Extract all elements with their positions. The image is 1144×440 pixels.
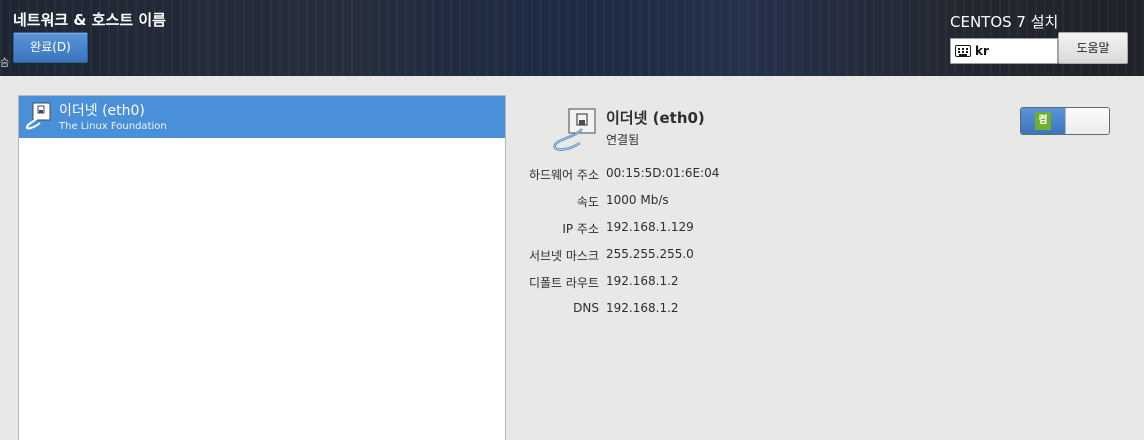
subnet-mask-value: 255.255.255.0 [606,247,694,261]
toggle-handle[interactable] [1065,108,1109,134]
device-list-item-eth0[interactable]: 이더넷 (eth0) The Linux Foundation [19,96,505,138]
keyboard-layout-label: kr [975,44,989,58]
speed-value: 1000 Mb/s [606,193,669,207]
device-vendor: The Linux Foundation [59,121,167,132]
ethernet-icon [25,102,51,130]
device-name: 이더넷 (eth0) [59,103,145,119]
keyboard-layout-indicator[interactable]: kr [950,38,1058,64]
subnet-mask-label: 서브넷 마스크 [528,249,599,263]
hardware-address-label: 하드웨어 주소 [528,168,599,182]
done-button[interactable]: 완료(D) [13,32,88,63]
hardware-address-value: 00:15:5D:01:6E:04 [606,166,720,180]
toggle-on-label: 켬 [1035,112,1051,130]
toggle-on-segment: 켬 [1021,108,1065,134]
ip-address-value: 192.168.1.129 [606,220,694,234]
connection-toggle[interactable]: 켬 [1020,107,1110,135]
default-route-value: 192.168.1.2 [606,274,679,288]
page-title: 네트워크 & 호스트 이름 [13,11,166,29]
help-button[interactable]: 도움말 [1058,32,1128,64]
dns-label: DNS [573,301,599,315]
ethernet-icon [553,108,596,151]
keyboard-icon [955,45,971,57]
dns-value: 192.168.1.2 [606,301,679,315]
connection-status: 연결됨 [606,133,640,147]
ip-address-label: IP 주소 [562,222,599,236]
speed-label: 속도 [576,195,599,209]
default-route-label: 디폴트 라우트 [528,276,599,290]
install-title: CENTOS 7 설치 [950,13,1059,31]
device-detail-name: 이더넷 (eth0) [606,109,705,127]
device-list: 이더넷 (eth0) The Linux Foundation [18,95,506,440]
header-bar: 네트워크 & 호스트 이름 완료(D) 슴 CENTOS 7 설치 kr 도움말 [0,0,1144,76]
edge-glyph: 슴 [0,58,10,69]
